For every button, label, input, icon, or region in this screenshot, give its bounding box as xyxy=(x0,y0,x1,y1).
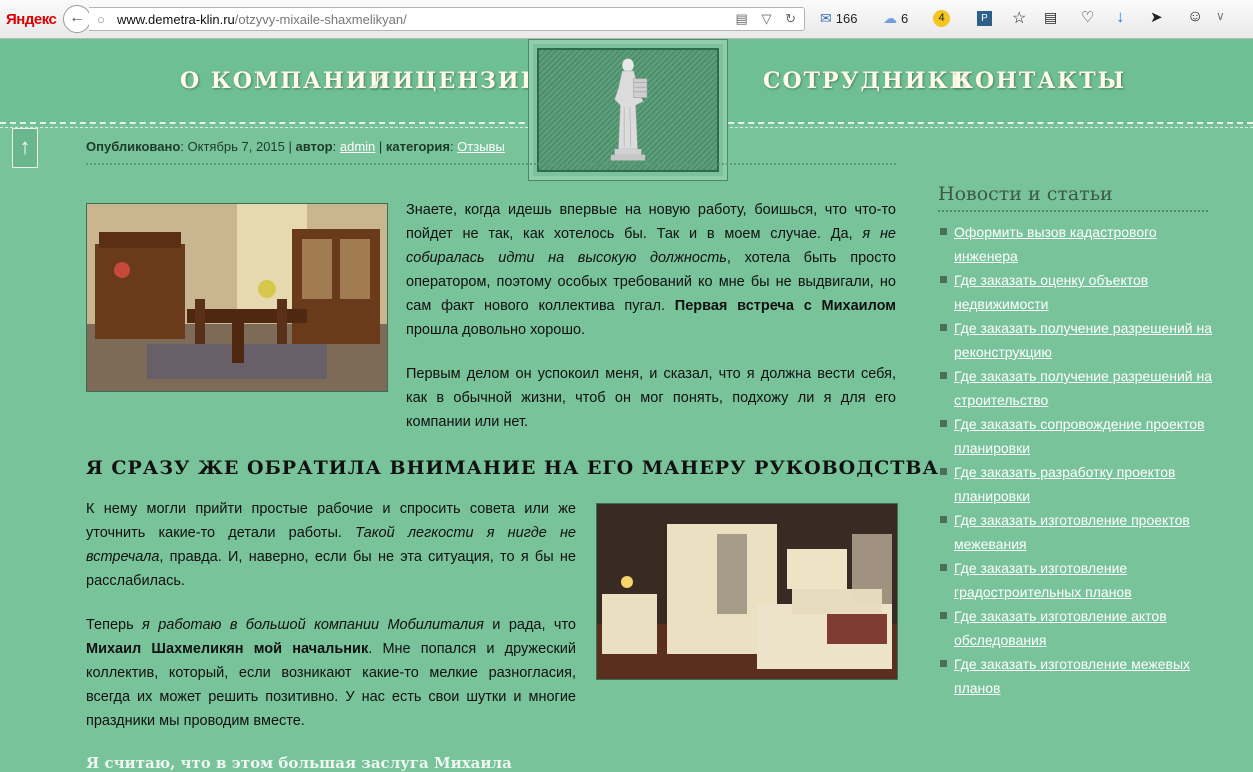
statue-logo-icon xyxy=(610,58,648,161)
nav-about[interactable]: О КОМПАНИИ xyxy=(180,68,391,94)
url-path: /otzyvy-mixaile-shaxmelikyan/ xyxy=(234,12,407,27)
sidebar-link-urban-plans[interactable]: Где заказать изготовление градостроитель… xyxy=(954,556,1215,604)
bedroom-image xyxy=(596,503,898,680)
nav-staff[interactable]: СОТРУДНИКИ xyxy=(763,68,972,94)
section-heading: Я сразу же обратила внимание на его мане… xyxy=(86,457,947,479)
sidebar-item: Где заказать получение разрешений на рек… xyxy=(940,316,1215,364)
pocket-icon[interactable]: ♡ xyxy=(1081,8,1094,26)
paragraph-4: Теперь я работаю в большой компании Моби… xyxy=(86,617,576,729)
browser-toolbar: Яндекс ← ○ www.demetra-klin.ru/otzyvy-mi… xyxy=(0,0,1253,39)
sidebar-link-cadastral[interactable]: Оформить вызов кадастрового инженера xyxy=(954,220,1215,268)
bookmarks-list-icon[interactable]: ▤ xyxy=(1044,9,1057,26)
sidebar-divider xyxy=(938,210,1208,212)
sidebar-link-support[interactable]: Где заказать сопровождение проектов план… xyxy=(954,412,1215,460)
category-link[interactable]: Отзывы xyxy=(457,139,505,154)
sidebar-link-valuation[interactable]: Где заказать оценку объектов недвижимост… xyxy=(954,268,1215,316)
notification-badge[interactable]: 4 xyxy=(933,9,950,27)
bookmark-star-icon[interactable]: ☆ xyxy=(1012,8,1026,28)
scroll-up-icon[interactable]: ↑ xyxy=(12,128,38,168)
weather-widget[interactable]: ☁ 6 xyxy=(883,10,908,27)
sidebar-link-inspection-acts[interactable]: Где заказать изготовление актов обследов… xyxy=(954,604,1215,652)
sidebar-item: Оформить вызов кадастрового инженера xyxy=(940,220,1215,268)
mail-widget[interactable]: ✉ 166 xyxy=(820,10,857,27)
nav-licenses[interactable]: ЛИЦЕНЗИИ xyxy=(371,68,544,94)
sidebar-item: Где заказать получение разрешений на стр… xyxy=(940,364,1215,412)
sidebar-item: Где заказать изготовление градостроитель… xyxy=(940,556,1215,604)
yandex-logo[interactable]: Яндекс xyxy=(6,11,57,28)
sidebar-item: Где заказать сопровождение проектов план… xyxy=(940,412,1215,460)
chat-icon[interactable]: ☺ xyxy=(1187,8,1203,26)
sidebar-item: Где заказать изготовление актов обследов… xyxy=(940,604,1215,652)
paragraph-5-partial: Я считаю, что в этом большая заслуга Мих… xyxy=(86,754,512,772)
url-domain: www.demetra-klin.ru xyxy=(117,12,235,27)
author-link[interactable]: admin xyxy=(340,139,375,154)
post-meta: Опубликовано: Октябрь 7, 2015 | автор: a… xyxy=(86,139,505,154)
send-icon[interactable]: ➤ xyxy=(1150,8,1163,26)
extension-icon[interactable]: P xyxy=(977,9,992,26)
paragraph-3: К нему могли прийти простые рабочие и сп… xyxy=(86,501,576,589)
chevron-down-icon[interactable]: ∨ xyxy=(1216,9,1225,23)
paragraph-1: Знаете, когда идешь впервые на новую раб… xyxy=(406,202,896,338)
logo-frame xyxy=(537,48,719,172)
sidebar-item: Где заказать изготовление проектов межев… xyxy=(940,508,1215,556)
nav-contacts[interactable]: КОНТАКТЫ xyxy=(953,68,1126,94)
reader-view-icon[interactable]: ▤ xyxy=(736,11,748,26)
address-bar[interactable]: ○ www.demetra-klin.ru/otzyvy-mixaile-sha… xyxy=(89,7,805,31)
site-logo[interactable] xyxy=(528,39,728,181)
url-text[interactable]: www.demetra-klin.ru/otzyvy-mixaile-shaxm… xyxy=(117,12,407,27)
sidebar-item: Где заказать разработку проектов планиро… xyxy=(940,460,1215,508)
back-arrow-icon[interactable]: ← xyxy=(63,5,91,33)
sidebar-link-surveying[interactable]: Где заказать изготовление проектов межев… xyxy=(954,508,1215,556)
url-actions: ▤ ▽ ↻ xyxy=(726,11,796,27)
meta-divider xyxy=(86,163,896,165)
sidebar-link-construction[interactable]: Где заказать получение разрешений на стр… xyxy=(954,364,1215,412)
sidebar-title: Новости и статьи xyxy=(938,183,1113,205)
reload-icon[interactable]: ↻ xyxy=(785,11,796,26)
download-icon[interactable]: ↓ xyxy=(1116,7,1125,27)
sidebar-link-reconstruction[interactable]: Где заказать получение разрешений на рек… xyxy=(954,316,1215,364)
dining-room-image xyxy=(86,203,388,392)
cloud-icon: ☁ xyxy=(883,10,897,26)
sidebar-link-planning[interactable]: Где заказать разработку проектов планиро… xyxy=(954,460,1215,508)
sidebar-link-boundary-plans[interactable]: Где заказать изготовление межевых планов xyxy=(954,652,1215,700)
dropdown-arrow-icon[interactable]: ▽ xyxy=(761,11,771,26)
sidebar-item: Где заказать оценку объектов недвижимост… xyxy=(940,268,1215,316)
sidebar-item: Где заказать изготовление межевых планов xyxy=(940,652,1215,700)
mail-icon: ✉ xyxy=(820,10,832,26)
sidebar-list: Оформить вызов кадастрового инженера Где… xyxy=(940,220,1215,700)
paragraph-2: Первым делом он успокоил меня, и сказал,… xyxy=(406,366,896,430)
globe-icon: ○ xyxy=(97,12,105,27)
